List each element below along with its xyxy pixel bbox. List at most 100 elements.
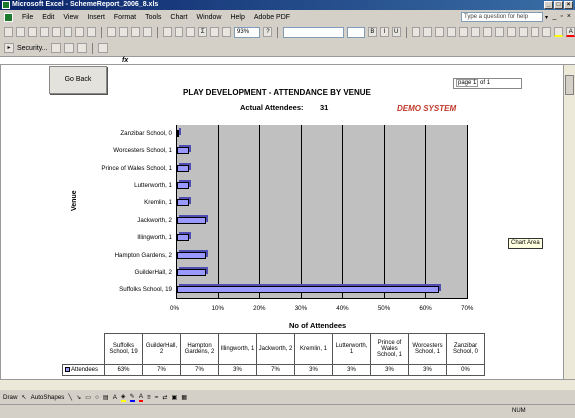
copy-icon[interactable]: [119, 27, 128, 37]
help-dropdown-icon[interactable]: ▾: [545, 14, 548, 21]
print-icon[interactable]: [63, 27, 73, 37]
web-icon[interactable]: [97, 43, 108, 53]
formula-bar[interactable]: fx: [0, 56, 575, 65]
font-name-select[interactable]: [283, 26, 345, 38]
bar[interactable]: [177, 234, 190, 242]
wordart-icon[interactable]: A: [113, 394, 117, 401]
oval-icon[interactable]: ○: [95, 394, 99, 401]
plot-area[interactable]: [176, 125, 468, 299]
fill-color-icon[interactable]: [554, 27, 564, 37]
bar[interactable]: [177, 199, 190, 207]
align-right-icon[interactable]: [435, 27, 445, 37]
hyperlink-icon[interactable]: [186, 27, 196, 37]
x-axis-title: No of Attendees: [289, 321, 347, 330]
align-left-icon[interactable]: [411, 27, 421, 37]
bar[interactable]: [177, 181, 190, 189]
dash-style-icon[interactable]: ┅: [155, 394, 159, 401]
line-style-icon[interactable]: ≡: [147, 394, 151, 401]
workbook-icon[interactable]: [4, 12, 13, 22]
bar[interactable]: [177, 129, 179, 137]
spelling-icon[interactable]: [87, 27, 97, 37]
font-color-draw-icon[interactable]: A: [138, 393, 143, 402]
menu-view[interactable]: View: [63, 14, 78, 21]
percent-icon[interactable]: [471, 27, 480, 37]
menu-insert[interactable]: Insert: [87, 14, 105, 21]
rectangle-icon[interactable]: ▭: [85, 394, 91, 401]
security-button[interactable]: Security...: [17, 45, 48, 52]
menu-chart[interactable]: Chart: [170, 14, 187, 21]
select-objects-icon[interactable]: ↖: [21, 394, 26, 401]
comma-icon[interactable]: [482, 27, 492, 37]
design-mode-icon[interactable]: [63, 43, 74, 53]
open-icon[interactable]: [15, 27, 25, 37]
sort-icon[interactable]: [210, 27, 220, 37]
decrease-indent-icon[interactable]: [518, 27, 528, 37]
go-back-button[interactable]: Go Back: [49, 66, 107, 94]
increase-indent-icon[interactable]: [530, 27, 540, 37]
menu-window[interactable]: Window: [197, 14, 222, 21]
permission-icon[interactable]: [39, 27, 49, 37]
decrease-decimal-icon[interactable]: [506, 27, 516, 37]
print-preview-icon[interactable]: [75, 27, 85, 37]
currency-icon[interactable]: [459, 27, 469, 37]
menu-edit[interactable]: Edit: [42, 14, 54, 21]
bar[interactable]: [177, 251, 207, 259]
toolbox-icon[interactable]: [50, 43, 61, 53]
draw-menu[interactable]: Draw: [3, 394, 17, 401]
email-icon[interactable]: [51, 27, 61, 37]
fill-color-draw-icon[interactable]: ◈: [120, 393, 126, 402]
bar[interactable]: [177, 216, 207, 224]
bar[interactable]: [177, 164, 190, 172]
paste-icon[interactable]: [130, 27, 140, 37]
scroll-thumb[interactable]: [565, 75, 574, 95]
3d-icon[interactable]: ▦: [181, 394, 187, 401]
help-icon[interactable]: ?: [263, 27, 273, 37]
undo-icon[interactable]: [162, 27, 172, 37]
bar[interactable]: [177, 268, 207, 276]
zoom-select[interactable]: 93%: [234, 26, 261, 38]
italic-icon[interactable]: I: [379, 27, 389, 37]
vertical-scrollbar[interactable]: [563, 65, 575, 379]
format-painter-icon[interactable]: [142, 27, 152, 37]
align-center-icon[interactable]: [423, 27, 433, 37]
borders-icon[interactable]: [542, 27, 552, 37]
line-icon[interactable]: ╲: [68, 394, 72, 401]
line-color-icon[interactable]: ✎: [129, 393, 135, 402]
font-color-icon[interactable]: A: [566, 27, 575, 37]
merge-center-icon[interactable]: [447, 27, 457, 37]
save-icon[interactable]: [27, 27, 37, 37]
minimize-button[interactable]: _: [544, 1, 553, 9]
horizontal-scrollbar[interactable]: [0, 379, 575, 390]
arrow-icon[interactable]: ↘: [76, 394, 81, 401]
menu-adobe-pdf[interactable]: Adobe PDF: [254, 14, 290, 21]
font-size-select[interactable]: [347, 26, 365, 38]
bar[interactable]: [177, 147, 190, 155]
arrow-style-icon[interactable]: ⇄: [162, 394, 167, 401]
run-icon[interactable]: ▸: [4, 43, 14, 53]
close-button[interactable]: ×: [564, 1, 573, 9]
increase-decimal-icon[interactable]: [494, 27, 504, 37]
doc-restore-button[interactable]: ▫: [560, 13, 562, 20]
redo-icon[interactable]: [174, 27, 184, 37]
bold-icon[interactable]: B: [367, 27, 377, 37]
help-search-input[interactable]: Type a question for help: [461, 12, 543, 22]
scripts-icon[interactable]: [76, 43, 87, 53]
menu-tools[interactable]: Tools: [145, 14, 161, 21]
bar[interactable]: [177, 286, 439, 294]
chart-wizard-icon[interactable]: [222, 27, 232, 37]
shadow-icon[interactable]: ▣: [172, 394, 178, 401]
menu-help[interactable]: Help: [230, 14, 244, 21]
new-icon[interactable]: [4, 27, 13, 37]
underline-icon[interactable]: U: [391, 27, 401, 37]
autoshapes-menu[interactable]: AutoShapes: [31, 394, 65, 401]
doc-close-button[interactable]: ×: [567, 13, 571, 20]
menu-file[interactable]: File: [22, 14, 33, 21]
menu-format[interactable]: Format: [114, 14, 136, 21]
gridline: [425, 125, 427, 299]
cut-icon[interactable]: [107, 27, 117, 37]
table-value-cell: 63%: [104, 364, 143, 376]
maximize-button[interactable]: □: [554, 1, 563, 9]
textbox-icon[interactable]: ▤: [103, 394, 109, 401]
doc-minimize-button[interactable]: _: [553, 13, 557, 20]
autosum-icon[interactable]: Σ: [198, 27, 208, 37]
